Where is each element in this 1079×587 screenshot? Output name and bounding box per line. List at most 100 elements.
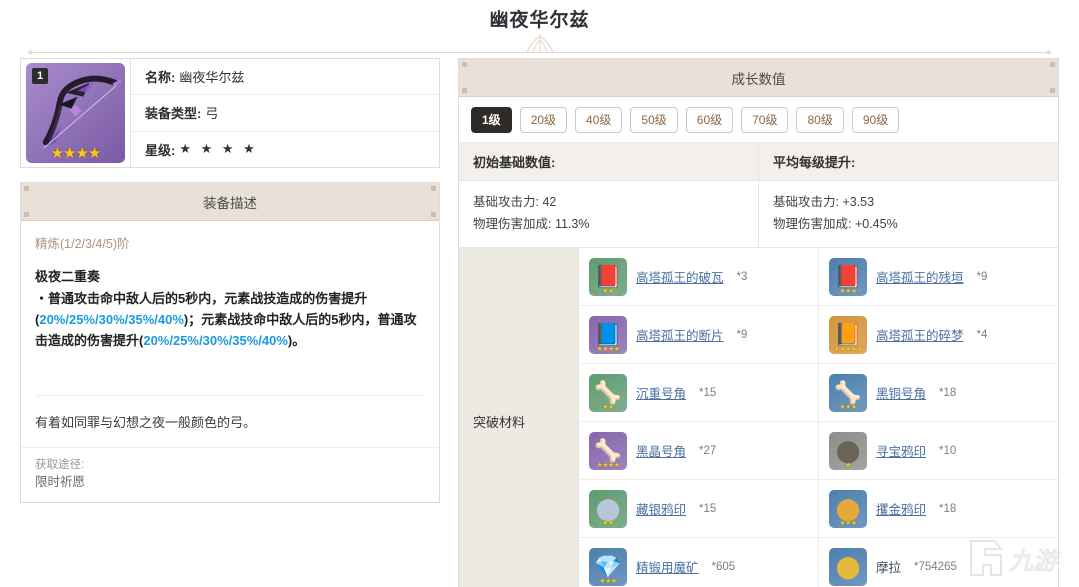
material-cell: ⬤ ★★★ 攫金鸦印 *18 (819, 480, 1058, 537)
material-count: *3 (736, 270, 748, 283)
effect-value-highlight: 20%/25%/30%/35%/40% (143, 333, 288, 348)
material-name-link[interactable]: 藏银鸦印 (636, 499, 686, 518)
level-tab-80级[interactable]: 80级 (796, 107, 844, 133)
material-glyph-icon: ⬤ (835, 553, 861, 579)
per-level-atk-value: 基础攻击力: +3.53 (773, 195, 875, 209)
description-header-text: 装备描述 (203, 196, 257, 211)
corner-nub-icon (431, 212, 436, 217)
base-stats-header: 初始基础数值: (459, 143, 759, 180)
weapon-rarity-label: 星级: (145, 142, 176, 158)
level-tab-1级[interactable]: 1级 (471, 107, 512, 133)
weapon-rarity-stars: ★★★★ (50, 145, 102, 162)
refinement-label: 精炼(1/2/3/4/5)阶 (35, 237, 130, 251)
weapon-type-row: 装备类型: 弓 (131, 95, 439, 132)
weapon-level-badge: 1 (32, 68, 48, 84)
material-cell: ⬤ 摩拉 *754265 (819, 538, 1058, 587)
material-icon: 💎 ★★★ (589, 547, 627, 586)
per-level-values: 基础攻击力: +3.53 物理伤害加成: +0.45% (759, 181, 1058, 247)
base-atk-value: 基础攻击力: 42 (473, 195, 557, 209)
material-cell: ⬤ ★★ 藏银鸦印 *15 (579, 480, 819, 537)
material-name-link[interactable]: 高塔孤王的残垣 (876, 267, 964, 286)
weapon-info-card: 1 ★★★★ 名称: 幽夜华尔兹 装备类型: 弓 星级: ★ ★ ★ ★ (20, 58, 440, 168)
effect-text-part: )。 (287, 333, 306, 348)
weapon-icon-cell: 1 ★★★★ (21, 59, 131, 167)
page-title: 幽夜华尔兹 (489, 10, 590, 31)
material-rarity-stars: ★★★★ (596, 345, 620, 353)
level-tab-20级[interactable]: 20级 (519, 107, 568, 133)
description-card-header: 装备描述 (21, 183, 439, 221)
material-count: *9 (976, 270, 988, 283)
materials-section: 突破材料 📕 ★★ 高塔孤王的破瓦 *3 📕 ★★★ 高塔孤王的残垣 *9 📘 ★★★★ 高塔孤王的… (459, 248, 1058, 587)
material-name-link: 摩拉 (876, 561, 902, 575)
material-name-link[interactable]: 高塔孤王的破瓦 (636, 267, 724, 286)
effect-title: 极夜二重奏 (35, 269, 101, 284)
material-name-link[interactable]: 攫金鸦印 (876, 499, 926, 518)
source-value: 限时祈愿 (35, 475, 86, 489)
material-cell: 📕 ★★★ 高塔孤王的残垣 *9 (819, 248, 1058, 305)
material-rarity-stars: ★★★ (839, 287, 857, 295)
material-count: *605 (711, 560, 736, 573)
material-cell: 📕 ★★ 高塔孤王的破瓦 *3 (579, 248, 819, 305)
material-icon: 🦴 ★★★★ (589, 431, 627, 470)
weapon-rarity-value: ★ ★ ★ ★ (179, 141, 258, 157)
material-name-link[interactable]: 黑晶号角 (636, 441, 686, 460)
corner-nub-icon (1050, 62, 1055, 67)
material-name-link[interactable]: 黑铜号角 (876, 383, 926, 402)
material-rarity-stars: ★ (845, 461, 851, 469)
material-rarity-stars: ★★★★★ (833, 345, 863, 353)
material-icon: 🦴 ★★ (589, 373, 627, 412)
source-label: 获取途径: (35, 459, 85, 471)
material-count: *27 (699, 444, 717, 457)
material-name-link[interactable]: 高塔孤王的碎梦 (876, 325, 964, 344)
weapon-name-row: 名称: 幽夜华尔兹 (131, 59, 439, 96)
effect-value-highlight: 20%/25%/30%/35%/40% (39, 312, 184, 327)
flavor-text: 有着如同罪与幻想之夜一般颜色的弓。 (21, 396, 439, 448)
material-count: *15 (699, 386, 717, 399)
weapon-rarity-row: 星级: ★ ★ ★ ★ (131, 132, 439, 167)
material-row: ⬤ ★★ 藏银鸦印 *15 ⬤ ★★★ 攫金鸦印 *18 (579, 480, 1058, 538)
material-count: *10 (939, 444, 957, 457)
material-row: 🦴 ★★★★ 黑晶号角 *27 ⬤ ★ 寻宝鸦印 *10 (579, 422, 1058, 480)
material-icon: ⬤ ★★★ (829, 489, 867, 528)
material-cell: 📘 ★★★★ 高塔孤王的断片 *9 (579, 306, 819, 363)
page-header: 幽夜华尔兹 (0, 8, 1079, 34)
material-count: *754265 (914, 560, 957, 573)
materials-label: 突破材料 (459, 248, 579, 587)
weapon-name-value: 幽夜华尔兹 (179, 70, 245, 86)
corner-nub-icon (462, 62, 467, 67)
description-body: 精炼(1/2/3/4/5)阶 极夜二重奏 ・普通攻击命中敌人后的5秒内，元素战技… (21, 221, 439, 396)
level-tab-70级[interactable]: 70级 (741, 107, 789, 133)
material-icon: ⬤ ★ (829, 431, 867, 470)
material-rarity-stars: ★★★ (839, 519, 857, 527)
material-rarity-stars: ★★ (602, 287, 614, 295)
material-icon: ⬤ ★★ (589, 489, 627, 528)
material-cell: 💎 ★★★ 精锻用魔矿 *605 (579, 538, 819, 587)
level-tab-90级[interactable]: 90级 (851, 107, 900, 133)
material-cell: 🦴 ★★★★ 黑晶号角 *27 (579, 422, 819, 479)
material-count: *9 (736, 328, 748, 341)
material-name-link[interactable]: 高塔孤王的断片 (636, 325, 724, 344)
weapon-type-value: 弓 (205, 106, 219, 122)
base-phys-value: 物理伤害加成: 11.3% (473, 217, 590, 231)
material-rarity-stars: ★★★★ (596, 461, 620, 469)
corner-nub-icon (24, 186, 29, 191)
material-cell: 🦴 ★★ 沉重号角 *15 (579, 364, 819, 421)
level-tab-40级[interactable]: 40级 (575, 107, 623, 133)
per-level-header: 平均每级提升: (773, 155, 856, 170)
purple-bow-icon: 1 ★★★★ (26, 63, 125, 163)
material-icon: 📙 ★★★★★ (829, 315, 867, 354)
material-name-link[interactable]: 寻宝鸦印 (876, 441, 926, 460)
right-column: 成长数值 1级 20级 40级 50级 60级 70级 80级 90级 初始基础数值: 平均每… (458, 58, 1059, 587)
growth-header-text: 成长数值 (731, 72, 786, 87)
stat-headers: 初始基础数值: 平均每级提升: (459, 143, 1058, 181)
level-tab-50级[interactable]: 50级 (630, 107, 678, 133)
material-name-link[interactable]: 沉重号角 (636, 383, 686, 402)
corner-nub-icon (1050, 88, 1055, 93)
source-block: 获取途径: 限时祈愿 (21, 448, 439, 502)
level-tab-60级[interactable]: 60级 (685, 107, 734, 133)
level-tabs: 1级 20级 40级 50级 60级 70级 80级 90级 (459, 97, 1058, 143)
material-count: *4 (976, 328, 988, 341)
base-stats-values: 基础攻击力: 42 物理伤害加成: 11.3% (459, 181, 759, 247)
material-name-link[interactable]: 精锻用魔矿 (636, 557, 699, 576)
material-icon: ⬤ (829, 547, 867, 586)
